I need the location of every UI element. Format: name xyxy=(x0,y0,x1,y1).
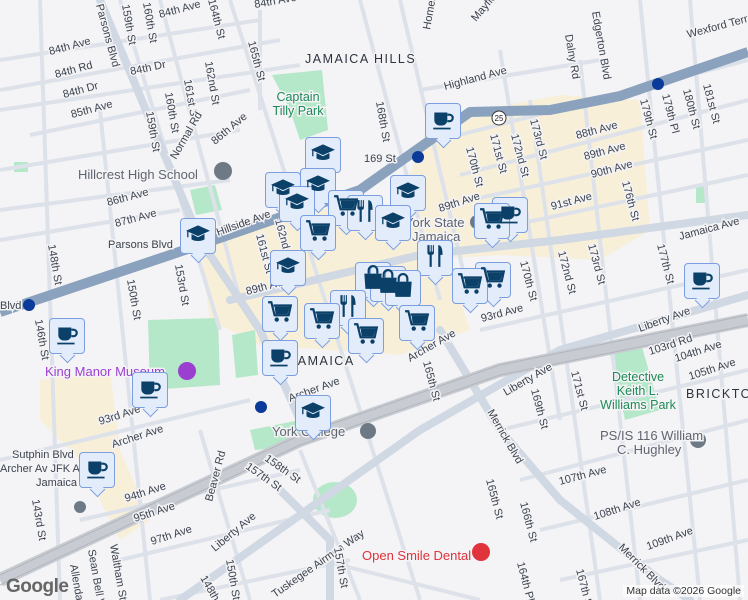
svg-text:84th Ave: 84th Ave xyxy=(48,35,92,58)
svg-text:York State: York State xyxy=(405,215,465,230)
svg-text:150th St: 150th St xyxy=(124,278,143,320)
svg-text:Blvd: Blvd xyxy=(0,300,21,312)
svg-text:Dalny Rd: Dalny Rd xyxy=(562,33,582,80)
svg-text:Captain: Captain xyxy=(276,90,319,104)
coffee-marker[interactable] xyxy=(49,318,85,354)
cart-marker[interactable] xyxy=(399,305,435,341)
cart-marker[interactable] xyxy=(262,296,298,332)
svg-text:Homelawn St: Homelawn St xyxy=(421,0,444,31)
svg-text:160th St: 160th St xyxy=(162,91,181,133)
svg-text:Sean Bell Way: Sean Bell Way xyxy=(85,548,109,600)
svg-text:143rd St: 143rd St xyxy=(29,498,48,541)
svg-text:Detective: Detective xyxy=(612,370,664,384)
cart-icon xyxy=(267,299,293,330)
coffee-icon xyxy=(84,455,110,486)
svg-text:Open Smile Dental: Open Smile Dental xyxy=(362,548,471,563)
cart-icon xyxy=(305,218,331,249)
coffee-marker[interactable] xyxy=(132,372,168,408)
cart-icon xyxy=(479,206,505,237)
svg-text:BRICKTO: BRICKTO xyxy=(686,387,748,401)
svg-text:108th Ave: 108th Ave xyxy=(592,496,642,522)
school-icon xyxy=(300,398,326,429)
school-icon xyxy=(395,178,421,209)
map-attribution[interactable]: Map data ©2026 Google xyxy=(623,585,744,597)
cart-icon xyxy=(309,306,335,337)
google-logo: Google xyxy=(6,576,69,597)
coffee-icon xyxy=(137,375,163,406)
svg-text:JAMAICA HILLS: JAMAICA HILLS xyxy=(305,52,416,66)
svg-text:84th Dr: 84th Dr xyxy=(129,59,167,78)
svg-text:181st St: 181st St xyxy=(700,83,722,125)
shopping-marker[interactable] xyxy=(385,270,421,306)
svg-text:Tilly Park: Tilly Park xyxy=(273,104,325,118)
svg-text:Highland Ave: Highland Ave xyxy=(443,65,509,93)
svg-text:84th Ave: 84th Ave xyxy=(158,0,202,21)
svg-text:165th St: 165th St xyxy=(483,478,505,521)
coffee-marker[interactable] xyxy=(425,103,461,139)
svg-text:JAMAICA: JAMAICA xyxy=(290,354,355,368)
svg-text:Parsons Blvd: Parsons Blvd xyxy=(108,239,173,251)
cart-marker[interactable] xyxy=(452,268,488,304)
svg-text:169 St: 169 St xyxy=(364,153,396,165)
coffee-marker[interactable] xyxy=(262,340,298,376)
coffee-icon xyxy=(689,266,715,297)
svg-text:87th Ave: 87th Ave xyxy=(114,207,158,230)
coffee-marker[interactable] xyxy=(79,452,115,488)
svg-text:Merrick Blvd: Merrick Blvd xyxy=(484,408,525,466)
cart-marker[interactable] xyxy=(304,303,340,339)
svg-text:177th St: 177th St xyxy=(654,243,676,286)
coffee-icon xyxy=(54,321,80,352)
school-marker[interactable] xyxy=(270,250,306,286)
school-icon xyxy=(380,208,406,239)
svg-text:Jamaica: Jamaica xyxy=(36,477,78,489)
school-marker[interactable] xyxy=(180,218,216,254)
school-icon xyxy=(185,221,211,252)
school-marker[interactable] xyxy=(295,395,331,431)
svg-text:166th St: 166th St xyxy=(517,501,539,544)
svg-text:86th Ave: 86th Ave xyxy=(209,111,249,148)
svg-text:179th Pl: 179th Pl xyxy=(659,93,681,135)
cart-marker[interactable] xyxy=(474,203,510,239)
svg-text:Wexford Terrace: Wexford Terrace xyxy=(686,9,748,41)
svg-text:86th Ave: 86th Ave xyxy=(106,186,150,209)
coffee-icon xyxy=(267,343,293,374)
svg-text:C. Hughley: C. Hughley xyxy=(617,442,682,457)
svg-text:Mayfield Rd: Mayfield Rd xyxy=(469,0,516,24)
svg-text:PS/IS 116 William: PS/IS 116 William xyxy=(600,428,703,443)
svg-text:109th Ave: 109th Ave xyxy=(645,525,695,553)
cart-icon xyxy=(404,308,430,339)
route-shield-icon: 25 xyxy=(491,110,507,126)
svg-text:Tuskegee Airmen Way: Tuskegee Airmen Way xyxy=(270,527,367,600)
svg-text:Waltham St: Waltham St xyxy=(107,543,129,600)
svg-text:Allendale St: Allendale St xyxy=(67,563,89,600)
food-marker[interactable] xyxy=(417,240,453,276)
cart-marker[interactable] xyxy=(300,215,336,251)
school-icon xyxy=(310,140,336,171)
food-icon xyxy=(422,243,448,274)
svg-text:84th Ave: 84th Ave xyxy=(253,0,297,11)
svg-text:Hillcrest High School: Hillcrest High School xyxy=(78,167,198,182)
svg-text:Williams Park: Williams Park xyxy=(600,398,676,412)
shopping-icon xyxy=(390,272,416,304)
svg-text:164th St: 164th St xyxy=(205,0,227,40)
svg-text:Sutphin Blvd: Sutphin Blvd xyxy=(12,449,74,461)
school-marker[interactable] xyxy=(375,205,411,241)
svg-text:Edgerton Blvd: Edgerton Blvd xyxy=(589,10,613,80)
cart-icon xyxy=(353,321,379,352)
school-icon xyxy=(275,253,301,284)
svg-text:Keith L.: Keith L. xyxy=(617,384,659,398)
cart-icon xyxy=(457,271,483,302)
cart-marker[interactable] xyxy=(348,318,384,354)
svg-text:25: 25 xyxy=(495,114,504,123)
svg-text:153rd St: 153rd St xyxy=(172,263,191,306)
coffee-marker[interactable] xyxy=(684,263,720,299)
coffee-icon xyxy=(430,106,456,137)
svg-text:164th Pl: 164th Pl xyxy=(514,561,536,600)
